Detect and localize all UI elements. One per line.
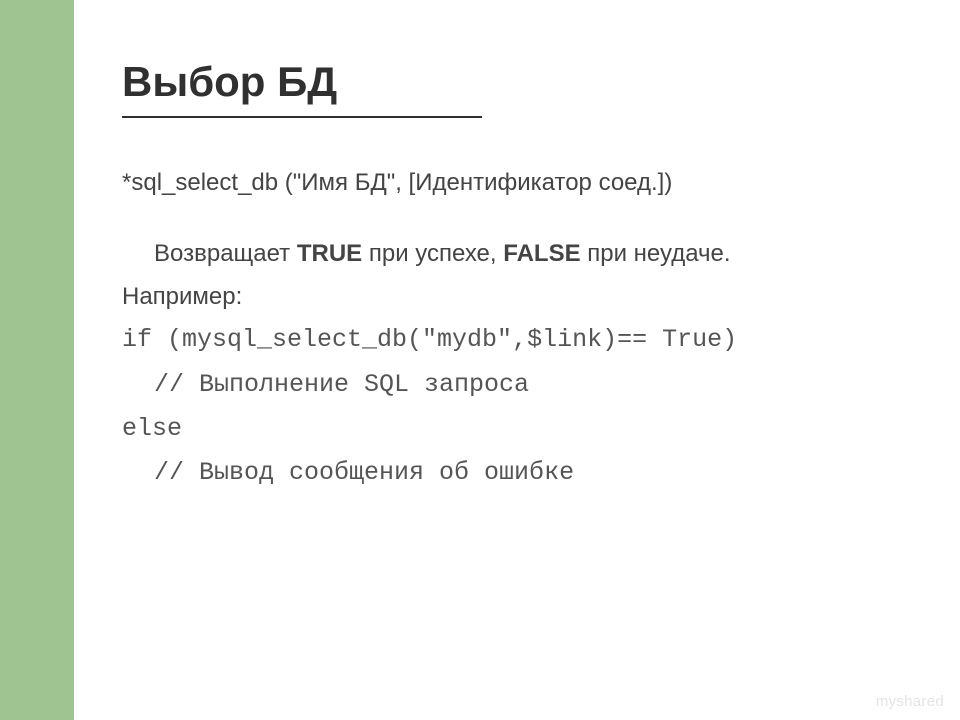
text-fragment: при успехе, bbox=[362, 240, 503, 267]
slide-body: *sql_select_db ("Имя БД", [Идентификатор… bbox=[122, 166, 920, 491]
slide-content: Выбор БД *sql_select_db ("Имя БД", [Иден… bbox=[74, 0, 960, 720]
text-fragment: при неудаче. bbox=[581, 240, 731, 267]
slide-title: Выбор БД bbox=[122, 58, 920, 106]
title-underline bbox=[122, 116, 482, 118]
false-keyword: FALSE bbox=[503, 240, 580, 267]
code-line: // Выполнение SQL запроса bbox=[122, 367, 920, 403]
code-line: else bbox=[122, 411, 920, 447]
text-fragment: Возвращает bbox=[154, 240, 297, 267]
code-line: // Вывод сообщения об ошибке bbox=[122, 455, 920, 491]
code-line: if (mysql_select_db("mydb",$link)== True… bbox=[122, 322, 920, 358]
function-signature: *sql_select_db ("Имя БД", [Идентификатор… bbox=[122, 166, 920, 201]
return-description: Возвращает TRUE при успехе, FALSE при не… bbox=[122, 237, 920, 272]
watermark: myshared bbox=[876, 693, 944, 710]
example-label: Например: bbox=[122, 280, 920, 315]
sidebar-accent bbox=[0, 0, 74, 720]
true-keyword: TRUE bbox=[297, 240, 362, 267]
